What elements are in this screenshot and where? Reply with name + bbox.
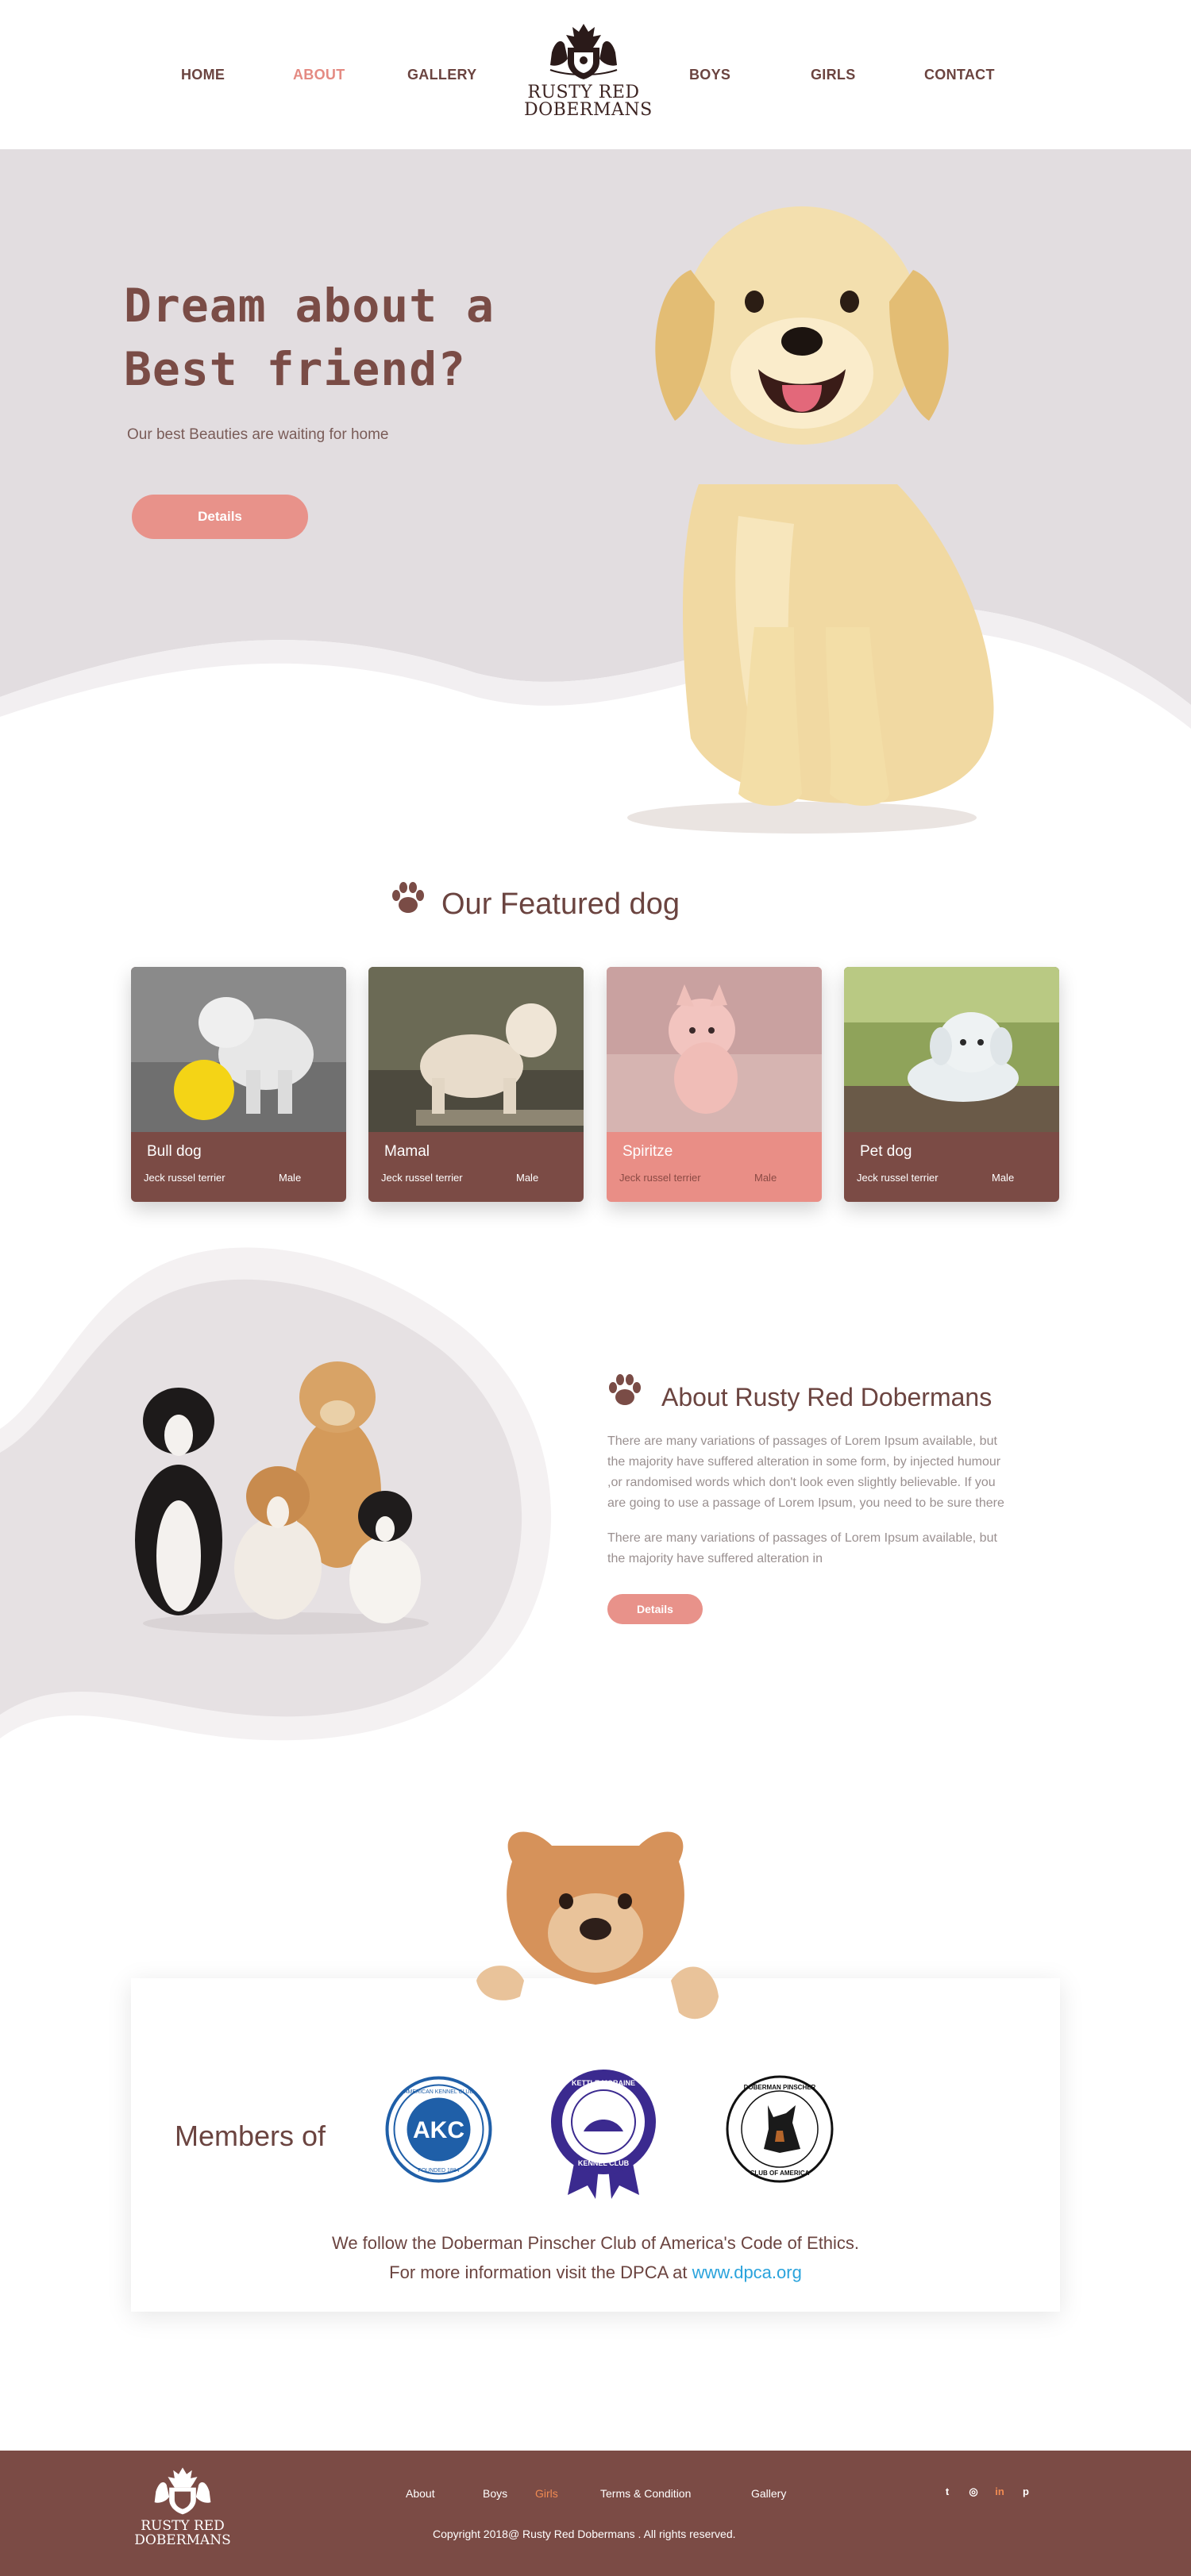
- nav-gallery[interactable]: GALLERY: [407, 67, 476, 83]
- akc-center-text: AKC: [413, 2117, 464, 2143]
- about-paragraph-2: There are many variations of passages of…: [607, 1528, 1064, 1569]
- footer-logo-line2: DOBERMANS: [134, 2532, 231, 2548]
- text-line: the majority have suffered alteration in…: [607, 1455, 1001, 1469]
- about-details-button[interactable]: Details: [607, 1594, 703, 1624]
- copyright-text: Copyright 2018@ Rusty Red Dobermans . Al…: [433, 2528, 736, 2540]
- twitter-icon[interactable]: t: [940, 2485, 954, 2499]
- linkedin-icon[interactable]: in: [992, 2485, 1007, 2499]
- bulldog-photo: [131, 967, 346, 1132]
- dog-card[interactable]: Spiritze Jeck russel terrier Male: [607, 967, 822, 1202]
- spitz-photo: [607, 967, 822, 1132]
- logo-line2: DOBERMANS: [524, 100, 653, 120]
- card-gender: Male: [992, 1172, 1015, 1184]
- page: HOME ABOUT GALLERY BOYS GIRLS CONTACT RU…: [0, 0, 1191, 2576]
- dog-card[interactable]: Bull dog Jeck russel terrier Male: [131, 967, 346, 1202]
- card-breed: Jeck russel terrier: [381, 1172, 463, 1184]
- nav-home[interactable]: HOME: [181, 67, 225, 83]
- lab-puppy-photo: [844, 967, 1059, 1132]
- hero-details-button[interactable]: Details: [132, 495, 308, 539]
- instagram-icon[interactable]: ◎: [966, 2485, 981, 2499]
- dpca-top-text: DOBERMAN PINSCHER: [744, 2084, 816, 2091]
- text-line: ,or randomised words which don't look ev…: [607, 1476, 996, 1489]
- ethics-line: We follow the Doberman Pinscher Club of …: [331, 2233, 860, 2253]
- dpca-logo[interactable]: DOBERMAN PINSCHER CLUB OF AMERICA: [724, 2074, 835, 2185]
- hero-title-line1: Dream about a: [124, 279, 495, 333]
- featured-title: Our Featured dog: [441, 888, 680, 921]
- info-line: For more information visit the DPCA at w…: [131, 2262, 1060, 2283]
- dpca-link[interactable]: www.dpca.org: [692, 2262, 802, 2282]
- card-gender: Male: [279, 1172, 302, 1184]
- kettle-moraine-logo[interactable]: KETTLE MORAINE KENNEL CLUB: [548, 2068, 659, 2199]
- footer-link-terms[interactable]: Terms & Condition: [600, 2487, 691, 2500]
- dog-group-image: [135, 1361, 429, 1635]
- nav-girls[interactable]: GIRLS: [811, 67, 856, 83]
- paw-icon: [392, 882, 424, 913]
- hero-subtitle: Our best Beauties are waiting for home: [127, 426, 389, 443]
- card-breed: Jeck russel terrier: [144, 1172, 225, 1184]
- hero-title-line2: Best friend?: [124, 342, 467, 396]
- site-header: HOME ABOUT GALLERY BOYS GIRLS CONTACT RU…: [0, 0, 1191, 149]
- card-name: Pet dog: [860, 1143, 912, 1160]
- text-line: the majority have suffered alteration in: [607, 1552, 823, 1565]
- footer-link-girls[interactable]: Girls: [535, 2487, 558, 2500]
- text-line: There are many variations of passages of…: [607, 1531, 997, 1545]
- members-label: Members of: [175, 2120, 326, 2152]
- card-name: Bull dog: [147, 1143, 202, 1160]
- card-breed: Jeck russel terrier: [857, 1172, 939, 1184]
- logo-line1: RUSTY RED: [527, 83, 640, 102]
- crest-icon: [549, 24, 618, 79]
- text-line: are going to use a passage of Lorem Ipsu…: [607, 1496, 1004, 1510]
- akc-top-text: AMERICAN KENNEL CLUB: [404, 2089, 474, 2095]
- nav-contact[interactable]: CONTACT: [924, 67, 995, 83]
- maltipoo-photo: [368, 967, 584, 1132]
- nav-about[interactable]: ABOUT: [293, 67, 345, 83]
- footer-logo-line1: RUSTY RED: [141, 2518, 225, 2534]
- card-name: Mamal: [384, 1143, 430, 1160]
- card-breed: Jeck russel terrier: [619, 1172, 701, 1184]
- footer-link-gallery[interactable]: Gallery: [751, 2487, 786, 2500]
- footer-link-about[interactable]: About: [406, 2487, 435, 2500]
- info-prefix: For more information visit the DPCA at: [389, 2262, 692, 2282]
- card-name: Spiritze: [622, 1143, 673, 1160]
- about-paragraph-1: There are many variations of passages of…: [607, 1431, 1064, 1514]
- dog-card[interactable]: Mamal Jeck russel terrier Male: [368, 967, 584, 1202]
- footer-logo[interactable]: RUSTY RED DOBERMANS: [131, 2465, 234, 2547]
- kettle-top-text: KETTLE MORAINE: [572, 2079, 635, 2087]
- kettle-bottom-text: KENNEL CLUB: [578, 2159, 630, 2167]
- about-title: About Rusty Red Dobermans: [661, 1383, 992, 1411]
- card-gender: Male: [754, 1172, 777, 1184]
- dog-card[interactable]: Pet dog Jeck russel terrier Male: [844, 967, 1059, 1202]
- footer-link-boys[interactable]: Boys: [483, 2487, 507, 2500]
- nav-boys[interactable]: BOYS: [689, 67, 730, 83]
- pinterest-icon[interactable]: p: [1019, 2485, 1033, 2499]
- puppy-image: [627, 206, 994, 834]
- site-logo[interactable]: RUSTY RED DOBERMANS: [524, 21, 653, 124]
- peeking-dog-image: [476, 1831, 719, 2020]
- akc-logo[interactable]: AKC AMERICAN KENNEL CLUB FOUNDED 1884: [385, 2076, 492, 2183]
- card-gender: Male: [516, 1172, 539, 1184]
- paw-icon: [609, 1374, 641, 1405]
- dpca-bottom-text: CLUB OF AMERICA: [750, 2170, 810, 2177]
- hero-title: Dream about a Best friend?: [124, 274, 600, 401]
- crest-icon: [154, 2467, 211, 2515]
- akc-bottom-text: FOUNDED 1884: [418, 2168, 459, 2174]
- text-line: There are many variations of passages of…: [607, 1434, 997, 1448]
